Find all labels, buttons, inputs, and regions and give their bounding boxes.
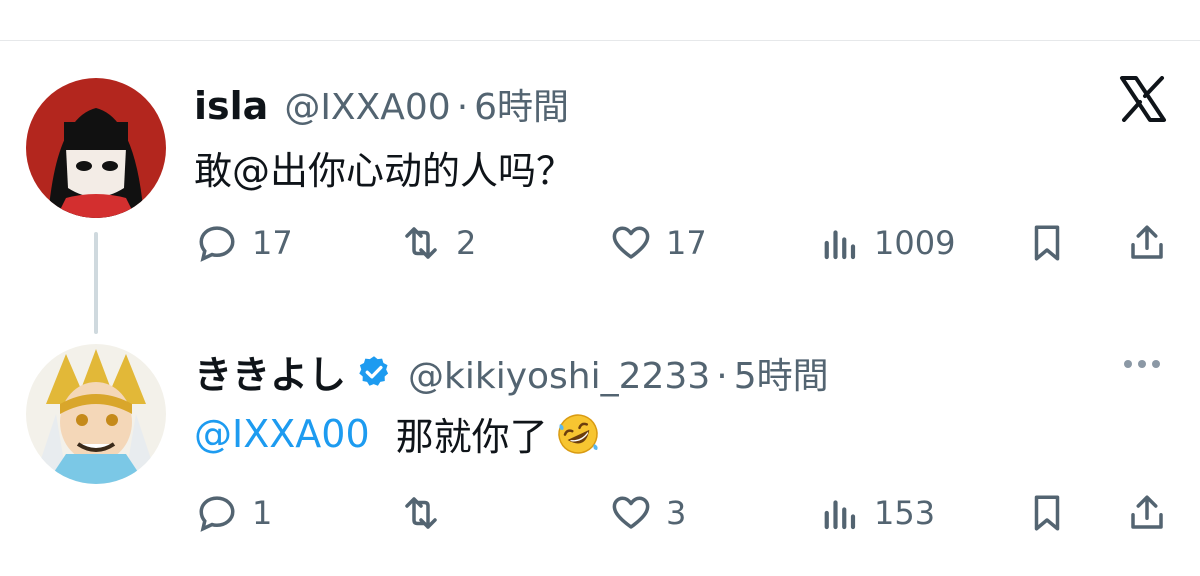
x-logo-icon[interactable] [1118, 76, 1168, 122]
separator-dot: · [456, 87, 469, 128]
thread-connector [94, 232, 98, 334]
author-handle[interactable]: @IXXA00 [284, 87, 450, 128]
rolling-laughing-emoji-icon [556, 412, 600, 456]
share-icon [1131, 495, 1163, 529]
reply-icon [199, 226, 235, 262]
views-icon [824, 230, 856, 260]
post-time[interactable]: 5時間 [734, 347, 829, 399]
post-text: @IXXA00 那就你了 [194, 406, 600, 461]
author-name[interactable]: isla [194, 84, 268, 128]
repost-count: 2 [456, 224, 477, 262]
post-time[interactable]: 6時間 [474, 78, 569, 130]
author-handle[interactable]: @kikiyoshi_2233 [408, 356, 710, 397]
bookmark-icon [1034, 225, 1060, 261]
share-icon [1131, 225, 1163, 259]
more-dot [1152, 360, 1160, 368]
avatar-kikiyoshi[interactable] [26, 344, 166, 484]
share-button[interactable] [1126, 492, 1168, 534]
separator-dot: · [716, 356, 728, 397]
verified-badge-icon [356, 354, 392, 390]
mention-link[interactable]: @IXXA00 [194, 412, 370, 456]
repost-icon [405, 497, 437, 529]
post-header: ききよし @kikiyoshi_2233 · 5時間 [194, 344, 829, 399]
view-count: 1009 [874, 224, 956, 262]
more-icon[interactable] [1124, 360, 1160, 368]
reply-count: 1 [252, 494, 273, 532]
repost-button[interactable] [400, 492, 456, 534]
share-button[interactable] [1126, 222, 1168, 264]
bookmark-button[interactable] [1026, 492, 1068, 534]
views-icon [824, 500, 856, 530]
more-dot [1138, 360, 1146, 368]
repost-icon [405, 227, 437, 259]
views-button[interactable]: 153 [818, 492, 935, 534]
post-text: 敢@出你心动的人吗？ [194, 140, 574, 195]
like-count: 3 [666, 494, 687, 532]
like-icon [612, 226, 650, 259]
like-button[interactable]: 3 [610, 492, 686, 534]
view-count: 153 [874, 494, 936, 532]
views-button[interactable]: 1009 [818, 222, 955, 264]
reply-icon [199, 496, 235, 532]
reply-count: 17 [252, 224, 293, 262]
more-dot [1124, 360, 1132, 368]
reply-button[interactable]: 17 [196, 222, 293, 264]
post-header: isla @IXXA00 · 6時間 [194, 78, 569, 130]
post-body: 那就你了 [395, 415, 548, 459]
like-button[interactable]: 17 [610, 222, 707, 264]
author-name[interactable]: ききよし [194, 344, 346, 399]
reply-button[interactable]: 1 [196, 492, 272, 534]
like-count: 17 [666, 224, 707, 262]
like-icon [612, 496, 650, 529]
post-body: 敢@出你心动的人吗？ [194, 149, 575, 193]
top-divider [0, 40, 1200, 41]
bookmark-icon [1034, 495, 1060, 531]
avatar-isla[interactable] [26, 78, 166, 218]
repost-button[interactable]: 2 [400, 222, 476, 264]
bookmark-button[interactable] [1026, 222, 1068, 264]
